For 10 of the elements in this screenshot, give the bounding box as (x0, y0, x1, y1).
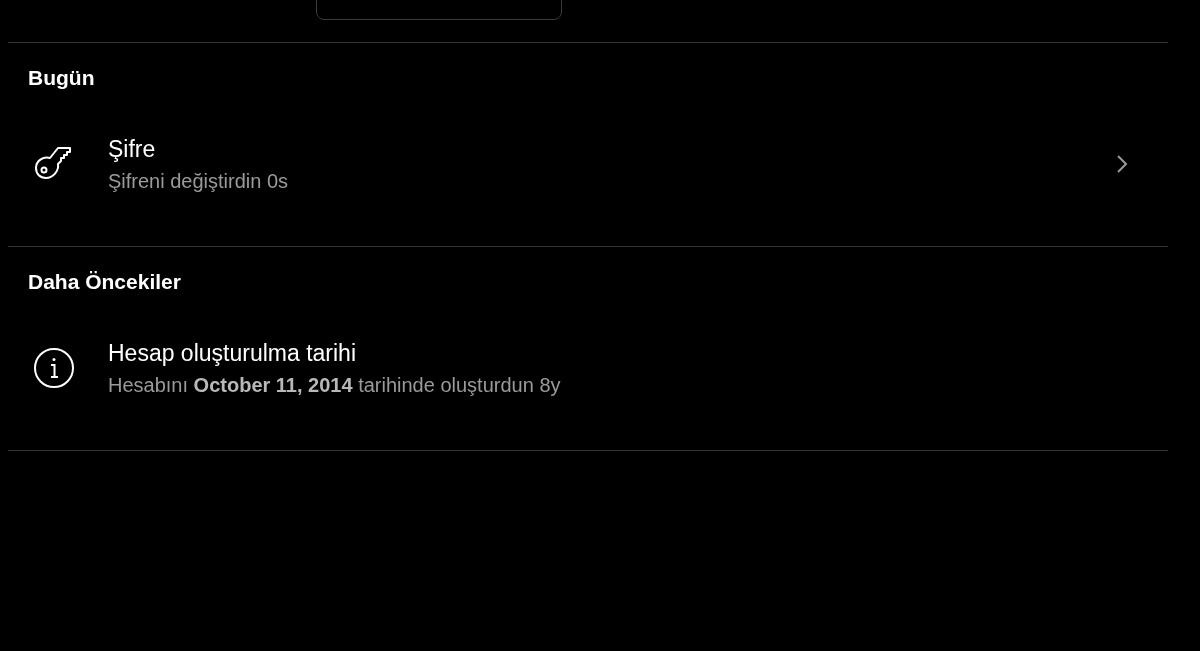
row-title: Şifre (108, 134, 156, 164)
row-title: Hesap oluşturulma tarihi (108, 338, 356, 368)
row-subtitle: Hesabını October 11, 2014 tarihinde oluşturdun 8y (108, 372, 561, 398)
row-subtitle: Şifreni değiştirdin 0s (108, 168, 289, 194)
section-heading: Daha Öncekiler (28, 269, 181, 295)
activity-row[interactable]: Şifre Şifreni değiştirdin 0s (8, 91, 1168, 246)
activity-row[interactable]: Hesap oluşturulma tarihi Hesabını October 11, 2014 tarihinde oluşturdun 8y (8, 295, 1168, 450)
info-icon (32, 345, 76, 390)
section-heading: Bugün (28, 65, 95, 91)
chevron-right-icon (1116, 153, 1128, 174)
